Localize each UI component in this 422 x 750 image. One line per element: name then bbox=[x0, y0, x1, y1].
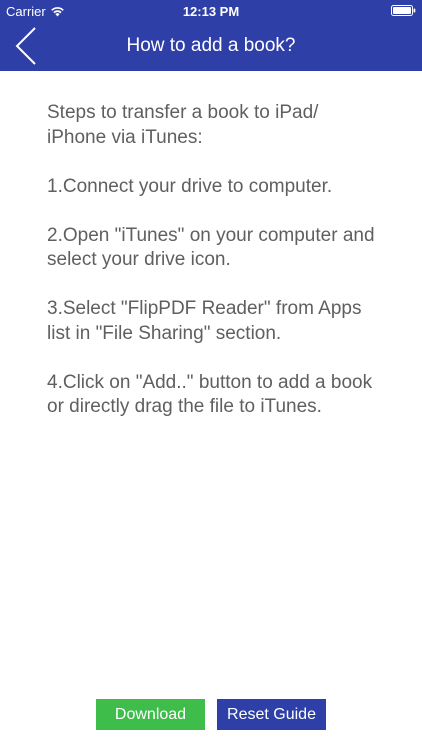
download-book-button[interactable]: Download Book bbox=[96, 699, 205, 750]
app-screen: Carrier 12:13 PM How to add a book? Step… bbox=[0, 0, 422, 750]
chevron-left-icon bbox=[15, 27, 36, 65]
instructions-intro: Steps to transfer a book to iPad/ iPhone… bbox=[47, 102, 319, 148]
back-button[interactable] bbox=[6, 24, 46, 68]
instruction-step-1: 1.Connect your drive to computer. bbox=[47, 175, 333, 197]
status-bar: Carrier 12:13 PM bbox=[0, 0, 422, 22]
instruction-step-2: 2.Open "iTunes" on your computer and sel… bbox=[47, 224, 375, 271]
navigation-bar: How to add a book? bbox=[0, 22, 422, 71]
status-time: 12:13 PM bbox=[182, 4, 240, 19]
reset-guide-button[interactable]: Reset Guide bbox=[217, 699, 326, 730]
instruction-step-3: 3.Select "FlipPDF Reader" from Apps list… bbox=[47, 298, 362, 344]
page-title: How to add a book? bbox=[126, 35, 296, 56]
instruction-step-4: 4.Click on "Add.." button to add a book … bbox=[47, 371, 373, 418]
header-bar: Carrier 12:13 PM How to add a book? bbox=[0, 0, 422, 71]
battery-icon bbox=[391, 5, 416, 16]
instructions-content: Steps to transfer a book to iPad/ iPhone… bbox=[47, 101, 377, 444]
